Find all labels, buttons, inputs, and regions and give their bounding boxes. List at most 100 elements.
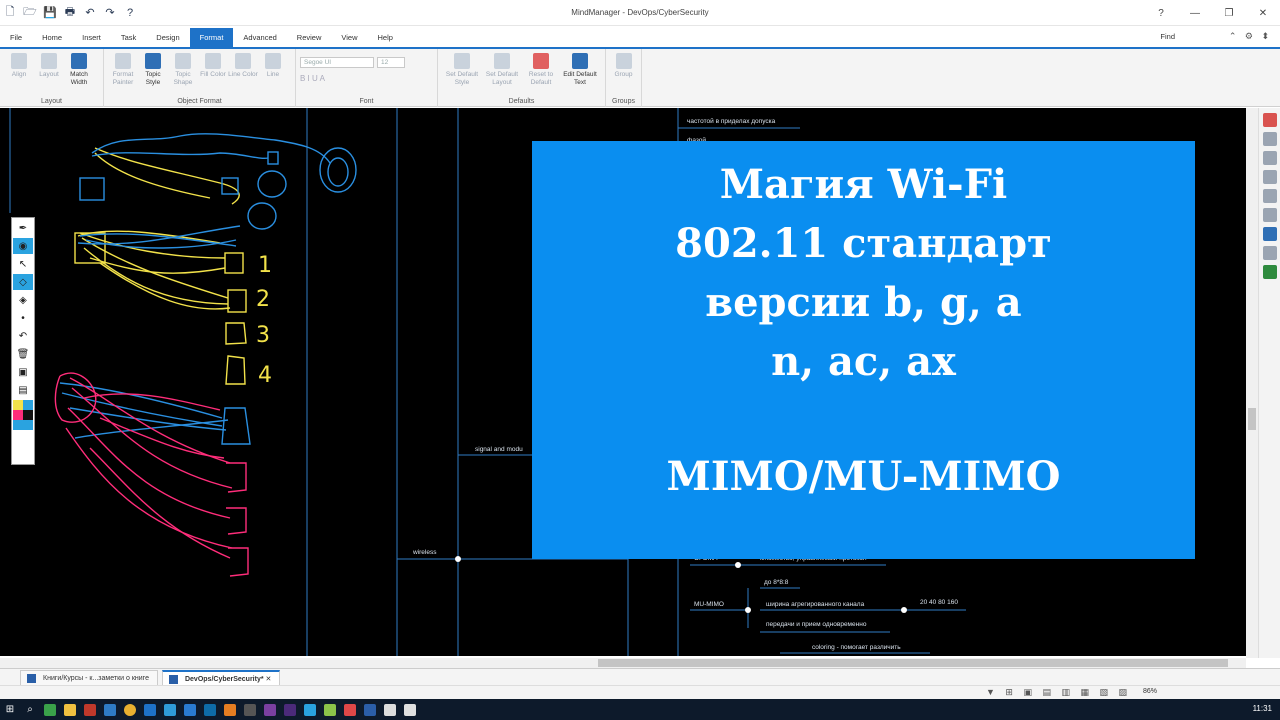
excel-icon[interactable]	[1263, 265, 1277, 279]
app-icon[interactable]	[200, 699, 220, 720]
help-icon[interactable]: ?	[120, 4, 140, 22]
swatch-blue[interactable]	[23, 400, 33, 410]
line-button[interactable]: Line	[258, 51, 288, 105]
restore-button[interactable]: ❐	[1212, 0, 1246, 26]
pointer-icon[interactable]: ↖	[13, 256, 33, 272]
topic-simultaneous[interactable]: передачи и прием одновременно	[766, 621, 866, 628]
tab-format[interactable]: Format	[189, 28, 234, 47]
open-folder-icon[interactable]: 🗁	[20, 4, 40, 22]
tab-design[interactable]: Design	[146, 28, 189, 47]
search-icon[interactable]	[1263, 208, 1277, 222]
eraser-icon[interactable]: ◇	[13, 274, 33, 290]
app-icon[interactable]	[340, 699, 360, 720]
help-button[interactable]: ?	[1144, 0, 1178, 26]
topic-widths[interactable]: 20 40 80 160	[920, 599, 958, 606]
app-icon[interactable]	[400, 699, 420, 720]
font-style-buttons[interactable]: B I U A	[300, 74, 433, 83]
outline-icon[interactable]	[1263, 227, 1277, 241]
swatch-blue-3[interactable]	[23, 420, 33, 430]
set-default-style-button[interactable]: Set Default Style	[442, 51, 482, 105]
swatch-black[interactable]	[23, 410, 33, 420]
layout-button[interactable]: Layout	[34, 51, 64, 105]
pen-icon[interactable]: ✒	[13, 220, 33, 236]
print-icon[interactable]: 🖶	[60, 4, 80, 22]
app-icon[interactable]	[240, 699, 260, 720]
tab-view[interactable]: View	[331, 28, 367, 47]
app-icon[interactable]	[260, 699, 280, 720]
view-mode-icons[interactable]: ▼ ⊞ ▣ ▤ ▥ ▦ ▧ ▨	[986, 687, 1131, 698]
reset-to-default-button[interactable]: Reset to Default	[522, 51, 560, 105]
premiere-icon[interactable]	[280, 699, 300, 720]
vertical-scrollbar[interactable]	[1246, 108, 1258, 658]
library-icon[interactable]	[1263, 113, 1277, 127]
app-icon[interactable]	[360, 699, 380, 720]
vertical-scroll-thumb[interactable]	[1248, 408, 1256, 430]
undo-icon[interactable]: ↶	[13, 328, 33, 344]
horizontal-scrollbar[interactable]	[0, 658, 1246, 668]
font-name-field[interactable]: Segoe UI	[300, 57, 374, 68]
app-icon[interactable]	[100, 699, 120, 720]
tab-advanced[interactable]: Advanced	[233, 28, 286, 47]
topic-style-button[interactable]: Topic Style	[138, 51, 168, 105]
group-button[interactable]: Group	[610, 51, 637, 105]
close-button[interactable]: ✕	[1246, 0, 1280, 26]
camera-icon[interactable]: ▣	[13, 364, 33, 380]
app-icon[interactable]	[60, 699, 80, 720]
app-icon[interactable]	[380, 699, 400, 720]
globe-icon[interactable]	[1263, 246, 1277, 260]
app-icon[interactable]	[220, 699, 240, 720]
swatch-blue-2[interactable]	[13, 420, 23, 430]
image-icon[interactable]	[1263, 189, 1277, 203]
marker-icon[interactable]: ◈	[13, 292, 33, 308]
app-icon[interactable]	[320, 699, 340, 720]
undo-icon[interactable]: ↶	[80, 4, 100, 22]
set-default-layout-button[interactable]: Set Default Layout	[482, 51, 522, 105]
tab-review[interactable]: Review	[287, 28, 332, 47]
doc-tab-devops[interactable]: DevOps/CyberSecurity* ✕	[161, 669, 281, 685]
redo-icon[interactable]: ↷	[100, 4, 120, 22]
app-icon[interactable]	[160, 699, 180, 720]
line-color-button[interactable]: Line Color	[228, 51, 258, 105]
topic-signal-modulation[interactable]: signal and modu	[475, 446, 523, 453]
app-icon[interactable]	[140, 699, 160, 720]
tab-help[interactable]: Help	[368, 28, 403, 47]
topic-wireless[interactable]: wireless	[413, 549, 436, 556]
topic-coloring[interactable]: coloring - помогает различить	[812, 644, 901, 651]
app-icon[interactable]	[40, 699, 60, 720]
format-painter-button[interactable]: Format Painter	[108, 51, 138, 105]
eye-icon[interactable]: ◉	[13, 238, 33, 254]
tab-home[interactable]: Home	[32, 28, 72, 47]
clipboard-icon[interactable]: ▤	[13, 382, 33, 398]
topic-shape-button[interactable]: Topic Shape	[168, 51, 198, 105]
find-label[interactable]: Find	[1160, 32, 1175, 41]
zoom-level[interactable]: 86%	[1143, 688, 1157, 695]
tab-insert[interactable]: Insert	[72, 28, 111, 47]
topic-frequency[interactable]: частотой в приделах допуска	[687, 118, 775, 125]
horizontal-scroll-thumb[interactable]	[598, 659, 1228, 667]
font-size-field[interactable]: 12	[377, 57, 405, 68]
swatch-pink[interactable]	[13, 410, 23, 420]
tab-file[interactable]: File	[0, 28, 32, 47]
user-icon[interactable]	[1263, 151, 1277, 165]
new-file-icon[interactable]: 🗋	[0, 4, 20, 22]
chrome-icon[interactable]	[120, 699, 140, 720]
dot-icon[interactable]: •	[13, 310, 33, 326]
fill-color-button[interactable]: Fill Color	[198, 51, 228, 105]
topic-channel-width[interactable]: ширина агрегированного канала	[766, 601, 864, 608]
swatch-yellow[interactable]	[13, 400, 23, 410]
minimize-button[interactable]: —	[1178, 0, 1212, 26]
windows-start-icon[interactable]: ⊞	[0, 699, 20, 720]
topic-mu-mimo[interactable]: MU-MIMO	[694, 601, 724, 608]
markers-icon[interactable]	[1263, 132, 1277, 146]
doc-tab-books[interactable]: Книги/Курсы - к...заметки о книге	[20, 669, 158, 685]
align-button[interactable]: Align	[4, 51, 34, 105]
trash-icon[interactable]: 🗑	[13, 346, 33, 362]
ribbon-options-icon[interactable]: ⌃ ⚙ ⬍	[1229, 31, 1272, 42]
share-icon[interactable]	[1263, 170, 1277, 184]
tab-task[interactable]: Task	[111, 28, 146, 47]
topic-8x8[interactable]: до 8*8:8	[764, 579, 788, 586]
app-icon[interactable]	[80, 699, 100, 720]
save-icon[interactable]: 💾	[40, 4, 60, 22]
match-width-button[interactable]: Match Width	[64, 51, 94, 105]
vscode-icon[interactable]	[180, 699, 200, 720]
